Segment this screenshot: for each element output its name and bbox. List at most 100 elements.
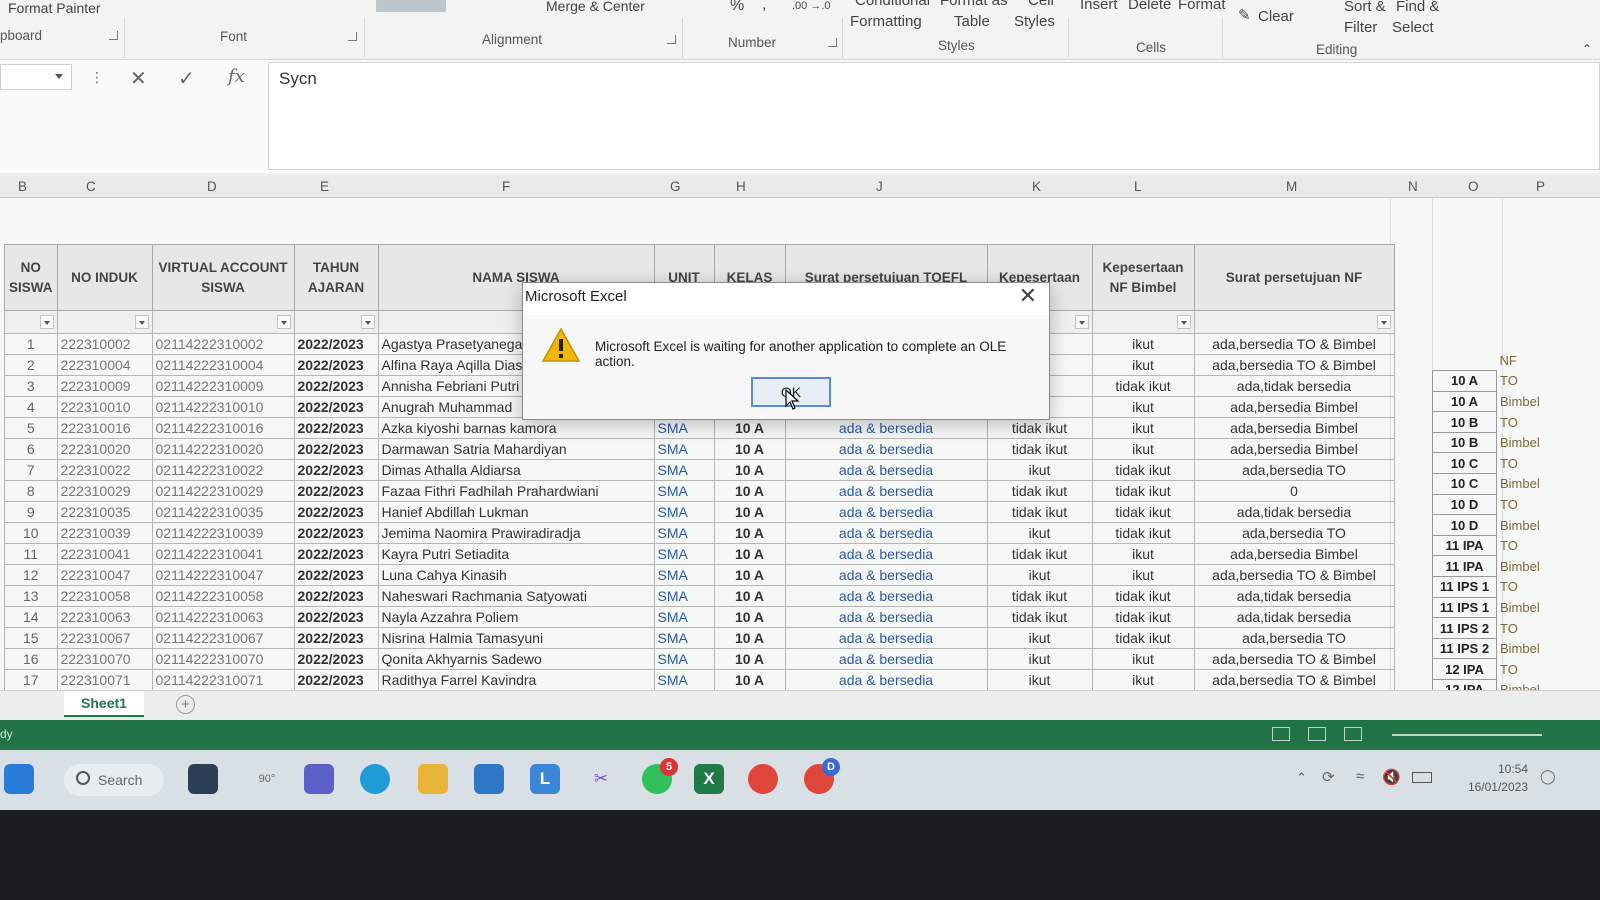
table-cell[interactable]: tidak ikut	[986, 438, 1093, 460]
delete-cells-button[interactable]: Delete	[1128, 0, 1171, 13]
table-cell[interactable]: 222310016	[56, 417, 153, 439]
table-cell[interactable]: ikut	[1091, 564, 1195, 586]
table-cell[interactable]: 3	[4, 375, 58, 397]
cell-styles-label[interactable]: Styles	[1014, 13, 1055, 30]
page-break-icon[interactable]	[1344, 727, 1362, 741]
table-cell[interactable]: 10 A	[713, 543, 786, 565]
table-cell[interactable]: 10 A	[713, 501, 786, 523]
table-cell[interactable]: 11	[4, 543, 58, 565]
table-cell[interactable]: SMA	[653, 522, 715, 544]
snipping-tool-icon[interactable]: ✂	[586, 764, 616, 794]
table-cell[interactable]: 2022/2023	[293, 627, 379, 649]
table-cell[interactable]: tidak ikut	[986, 480, 1093, 502]
table-cell[interactable]: tidak ikut	[1091, 459, 1195, 481]
side-type-cell[interactable]: TO	[1497, 618, 1567, 639]
side-type-cell[interactable]: Bimbel	[1497, 474, 1567, 495]
header-no-siswa[interactable]: NO SISWA	[4, 244, 58, 311]
table-cell[interactable]: ikut	[1091, 669, 1195, 691]
side-type-cell[interactable]: TO	[1497, 494, 1567, 515]
table-cell[interactable]: 02114222310058	[151, 585, 295, 607]
more-options-icon[interactable]: ⋮	[90, 69, 104, 86]
column-header[interactable]: B	[18, 179, 27, 194]
filter-cell[interactable]	[4, 310, 58, 334]
table-cell[interactable]: SMA	[653, 543, 715, 565]
table-cell[interactable]: 10 A	[713, 669, 786, 691]
table-cell[interactable]: ikut	[1091, 438, 1195, 460]
table-cell[interactable]: 1	[4, 333, 58, 355]
table-cell[interactable]: 15	[4, 627, 58, 649]
table-cell[interactable]: 12	[4, 564, 58, 586]
table-cell[interactable]: ada,bersedia TO & Bimbel	[1193, 333, 1395, 355]
volume-mute-icon[interactable]: 🔇	[1382, 768, 1401, 786]
chevron-down-icon[interactable]	[55, 74, 63, 79]
add-sheet-icon[interactable]: +	[176, 695, 195, 714]
side-type-cell[interactable]: Bimbel	[1497, 432, 1567, 453]
table-cell[interactable]: 222310002	[56, 333, 153, 355]
column-header[interactable]: K	[1032, 179, 1041, 194]
table-cell[interactable]: 2022/2023	[293, 354, 379, 376]
format-cells-button[interactable]: Format	[1178, 0, 1226, 13]
table-cell[interactable]: ada & bersedia	[784, 459, 988, 481]
table-cell[interactable]: ada & bersedia	[784, 543, 988, 565]
task-view-icon[interactable]	[188, 764, 218, 794]
table-cell[interactable]: tidak ikut	[1091, 501, 1195, 523]
column-header[interactable]: P	[1536, 179, 1545, 194]
table-cell[interactable]: ada,tidak bersedia	[1193, 585, 1395, 607]
table-cell[interactable]: 222310063	[56, 606, 153, 628]
side-class-cell[interactable]: 11 IPA	[1432, 555, 1497, 578]
table-cell[interactable]: tidak ikut	[1091, 522, 1195, 544]
side-type-cell[interactable]: Bimbel	[1497, 391, 1567, 412]
table-cell[interactable]: ada,bersedia Bimbel	[1193, 543, 1395, 565]
filter-cell[interactable]	[1091, 310, 1195, 334]
comma-style-button[interactable]: ,	[762, 0, 766, 14]
table-cell[interactable]: 02114222310009	[151, 375, 295, 397]
table-cell[interactable]: 222310058	[56, 585, 153, 607]
table-cell[interactable]: 02114222310071	[151, 669, 295, 691]
table-cell[interactable]: ada,bersedia TO	[1193, 522, 1395, 544]
side-type-cell[interactable]: TO	[1497, 453, 1567, 474]
edge-icon[interactable]	[360, 764, 390, 794]
side-class-cell[interactable]: 10 D	[1432, 493, 1497, 516]
table-cell[interactable]: 2022/2023	[293, 459, 379, 481]
filter-dropdown-icon[interactable]	[1176, 315, 1191, 329]
filter-dropdown-icon[interactable]	[360, 315, 375, 329]
table-cell[interactable]: ada & bersedia	[784, 585, 988, 607]
table-cell[interactable]: ada,bersedia Bimbel	[1193, 417, 1395, 439]
table-cell[interactable]: Naheswari Rachmania Satyowati	[377, 585, 655, 607]
side-class-cell[interactable]: 10 C	[1432, 473, 1497, 495]
normal-view-icon[interactable]	[1272, 727, 1290, 741]
table-cell[interactable]: 10 A	[713, 522, 786, 544]
close-icon[interactable]: ✕	[1019, 283, 1037, 309]
side-type-cell[interactable]: Bimbel	[1497, 515, 1567, 536]
table-cell[interactable]: 2022/2023	[293, 585, 379, 607]
clear-button[interactable]: Clear	[1258, 8, 1294, 25]
table-cell[interactable]: 10 A	[713, 438, 786, 460]
side-class-cell[interactable]: 11 IPS 2	[1432, 617, 1497, 639]
side-cell[interactable]	[1433, 350, 1497, 371]
side-type-cell[interactable]: Bimbel	[1497, 556, 1567, 577]
filter-dropdown-icon[interactable]	[39, 315, 54, 329]
table-cell[interactable]: 02114222310016	[151, 417, 295, 439]
table-cell[interactable]: Luna Cahya Kinasih	[377, 564, 655, 586]
table-cell[interactable]: 222310047	[56, 564, 153, 586]
conditional-formatting-button[interactable]: Conditional	[855, 0, 930, 9]
enter-icon[interactable]: ✓	[178, 66, 195, 91]
column-header[interactable]: N	[1408, 179, 1418, 194]
side-class-cell[interactable]: 10 B	[1432, 431, 1497, 454]
filter-cell[interactable]	[293, 310, 379, 334]
filter-cell[interactable]	[56, 310, 153, 334]
table-cell[interactable]: Hanief Abdillah Lukman	[377, 501, 655, 523]
table-cell[interactable]: 222310022	[56, 459, 153, 481]
table-cell[interactable]: Dimas Athalla Aldiarsa	[377, 459, 655, 481]
filter-dropdown-icon[interactable]	[276, 315, 291, 329]
side-class-cell[interactable]: 10 C	[1432, 452, 1497, 475]
side-type-cell[interactable]: TO	[1497, 412, 1567, 433]
table-cell[interactable]: ada & bersedia	[784, 669, 988, 691]
table-cell[interactable]: 2022/2023	[293, 417, 379, 439]
cell-styles-button[interactable]: Cell	[1028, 0, 1054, 9]
table-cell[interactable]: ada,tidak bersedia	[1193, 606, 1395, 628]
table-cell[interactable]: 2022/2023	[293, 501, 379, 523]
table-cell[interactable]: ada & bersedia	[784, 522, 988, 544]
table-cell[interactable]: 222310020	[56, 438, 153, 460]
table-cell[interactable]: 222310041	[56, 543, 153, 565]
